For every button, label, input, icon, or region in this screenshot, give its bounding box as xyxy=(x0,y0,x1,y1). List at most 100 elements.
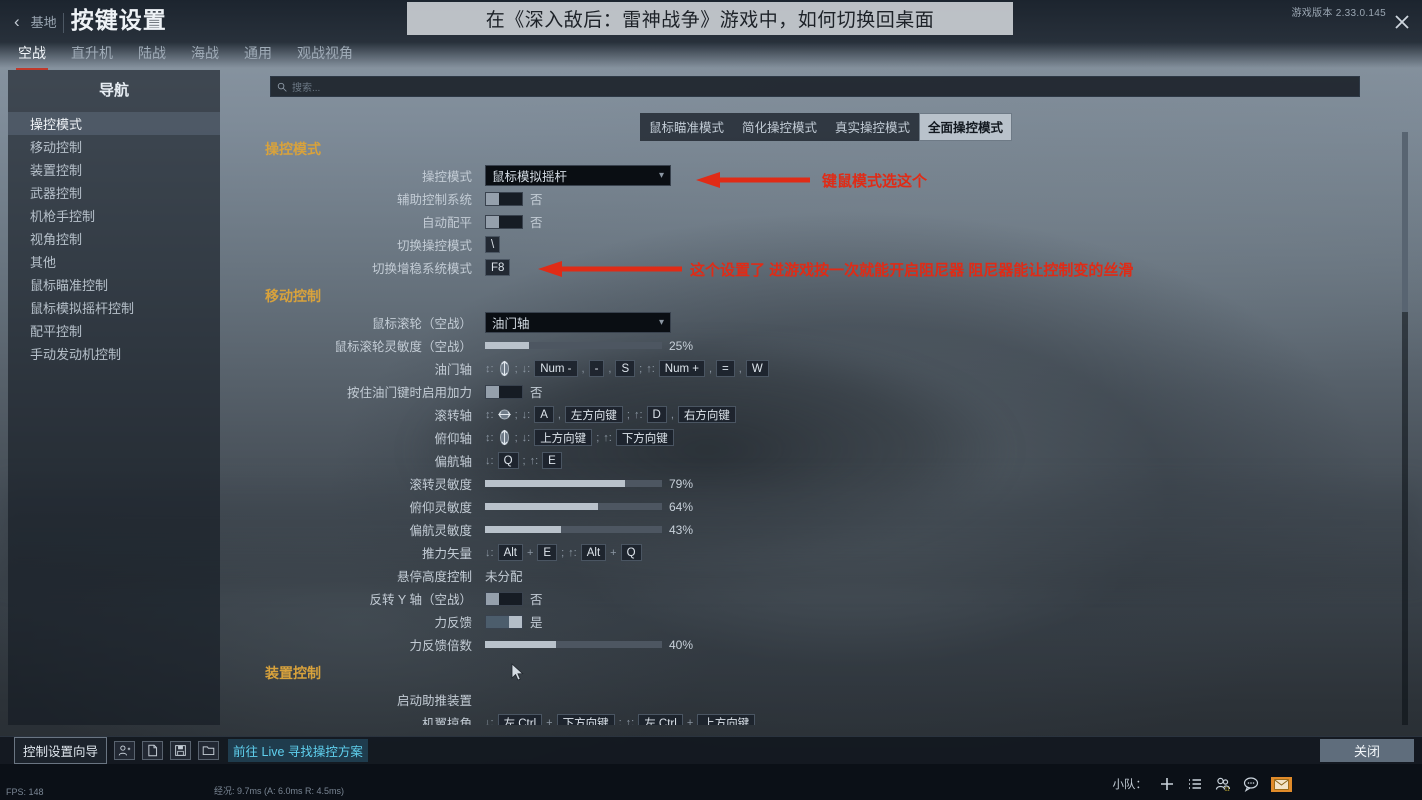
mouse-wheel-dropdown[interactable]: 油门轴 ▾ xyxy=(485,312,671,333)
mail-icon[interactable] xyxy=(1271,776,1292,792)
dropdown-value: 鼠标模拟摇杆 xyxy=(492,170,568,184)
keycap[interactable]: F8 xyxy=(485,259,511,276)
chevron-left-icon[interactable]: ‹ xyxy=(14,11,20,33)
keycap[interactable]: 上方向键 xyxy=(697,714,756,725)
pitch-sensitivity-slider[interactable] xyxy=(485,503,662,510)
tab-air[interactable]: 空战 xyxy=(16,41,48,70)
tab-common[interactable]: 通用 xyxy=(242,41,274,70)
sidebar-item-movement-control[interactable]: 移动控制 xyxy=(8,135,220,158)
separator: ; xyxy=(522,454,526,467)
axis-neg-label: ↓: xyxy=(521,408,531,421)
file-icon[interactable] xyxy=(142,741,164,760)
force-feedback-multiplier-slider[interactable] xyxy=(485,641,662,648)
top-tab-bar: 空战 直升机 陆战 海战 通用 观战视角 xyxy=(16,41,355,70)
keycap[interactable]: 左 Ctrl xyxy=(638,714,683,725)
unassigned-value[interactable]: 未分配 xyxy=(485,566,523,585)
mouse-wheel-sensitivity-slider[interactable] xyxy=(485,342,662,349)
tab-helicopter[interactable]: 直升机 xyxy=(69,41,115,70)
sidebar-item-weapon-control[interactable]: 武器控制 xyxy=(8,181,220,204)
keycap[interactable]: 左 Ctrl xyxy=(497,714,543,725)
axis-label: ↕: xyxy=(485,408,494,421)
slider-fill xyxy=(485,526,562,533)
assist-system-toggle[interactable] xyxy=(485,191,523,206)
keycap[interactable]: = xyxy=(716,360,735,377)
keycap[interactable]: 下方向键 xyxy=(556,714,615,725)
keycap[interactable]: Q xyxy=(497,452,519,469)
plus-icon[interactable] xyxy=(1159,776,1175,792)
keycap[interactable]: Q xyxy=(620,544,642,561)
section-title-movement-control: 移动控制 xyxy=(265,288,321,304)
annotation-text-2: 这个设置了 进游戏按一次就能开启阻尼器 阻尼器能让控制变的丝滑 xyxy=(690,262,1134,279)
row-label: 俯仰灵敏度 xyxy=(409,501,472,515)
keycap[interactable]: E xyxy=(537,544,558,561)
separator: ; xyxy=(514,362,518,375)
wep-on-throttle-toggle[interactable] xyxy=(485,384,523,399)
keycap[interactable]: Alt xyxy=(580,544,607,561)
tab-ground[interactable]: 陆战 xyxy=(136,41,168,70)
search-input[interactable]: 搜索... xyxy=(270,76,1360,97)
list-icon[interactable] xyxy=(1187,776,1203,792)
row-label: 操控模式 xyxy=(421,170,472,184)
close-button[interactable]: 关闭 xyxy=(1320,739,1414,762)
keycap[interactable]: \ xyxy=(485,236,501,253)
friends-icon[interactable]: 11 xyxy=(1215,776,1231,792)
keycap[interactable]: Alt xyxy=(497,544,523,561)
invert-y-toggle[interactable] xyxy=(485,591,523,606)
sidebar-item-gunner-control[interactable]: 机枪手控制 xyxy=(8,204,220,227)
keycap[interactable]: 下方向键 xyxy=(615,429,674,446)
close-icon[interactable] xyxy=(1390,10,1414,34)
control-mode-dropdown[interactable]: 鼠标模拟摇杆 ▾ xyxy=(485,165,671,186)
separator: , xyxy=(608,362,612,375)
profile-icon[interactable] xyxy=(114,741,136,760)
navigation-list: 操控模式 移动控制 装置控制 武器控制 机枪手控制 视角控制 其他 鼠标瞄准控制… xyxy=(8,112,220,365)
scrollbar-thumb[interactable] xyxy=(1402,132,1408,312)
sidebar-item-trim-control[interactable]: 配平控制 xyxy=(8,319,220,342)
keycap[interactable]: 左方向键 xyxy=(564,406,623,423)
keycap[interactable]: Num - xyxy=(534,360,578,377)
sidebar-item-manual-engine-control[interactable]: 手动发动机控制 xyxy=(8,342,220,365)
breadcrumb-base[interactable]: 基地 xyxy=(27,13,64,33)
axis-pos-label: ↑: xyxy=(625,716,635,726)
vertical-scrollbar[interactable] xyxy=(1402,132,1408,725)
keycap[interactable]: A xyxy=(534,406,554,423)
control-setup-wizard-button[interactable]: 控制设置向导 xyxy=(14,737,108,764)
keycap[interactable]: S xyxy=(615,360,636,377)
keycap[interactable]: W xyxy=(745,360,769,377)
slider-fill xyxy=(485,480,625,487)
sidebar-item-mouse-aim-control[interactable]: 鼠标瞄准控制 xyxy=(8,273,220,296)
live-market-link[interactable]: 前往 Live 寻找操控方案 xyxy=(228,739,368,762)
force-feedback-toggle[interactable] xyxy=(485,614,523,629)
keycap[interactable]: 上方向键 xyxy=(534,429,593,446)
setting-row-assist-system: 辅助控制系统 否 xyxy=(222,187,1408,210)
keycap[interactable]: Num + xyxy=(658,360,705,377)
chat-icon[interactable] xyxy=(1243,776,1259,792)
sidebar-item-view-control[interactable]: 视角控制 xyxy=(8,227,220,250)
separator: , xyxy=(708,362,713,375)
sidebar-item-other[interactable]: 其他 xyxy=(8,250,220,273)
tab-spectator[interactable]: 观战视角 xyxy=(295,41,355,70)
keycap[interactable]: D xyxy=(646,406,667,423)
separator: , xyxy=(557,408,561,421)
bottom-toolbar: 控制设置向导 前往 Live 寻找操控方案 关闭 xyxy=(0,736,1422,764)
setting-row-force-feedback: 力反馈 是 xyxy=(222,610,1408,633)
roll-sensitivity-slider[interactable] xyxy=(485,480,662,487)
sidebar-item-mouse-joystick-control[interactable]: 鼠标模拟摇杆控制 xyxy=(8,296,220,319)
sidebar-item-device-control[interactable]: 装置控制 xyxy=(8,158,220,181)
toggle-state-label: 否 xyxy=(530,193,543,207)
breadcrumb[interactable]: ‹ 基地 按键设置 xyxy=(14,8,167,33)
save-icon[interactable] xyxy=(170,741,192,760)
toggle-knob xyxy=(486,215,499,228)
auto-trim-toggle[interactable] xyxy=(485,214,523,229)
tab-naval[interactable]: 海战 xyxy=(189,41,221,70)
axis-down-label: ↕: xyxy=(485,362,494,375)
setting-row-throttle-axis: 油门轴 ↕: ; ↓: Num - , - , S ; ↑: Num + , = xyxy=(222,357,1408,380)
keycap[interactable]: 右方向键 xyxy=(677,406,736,423)
row-label: 按住油门键时启用加力 xyxy=(346,386,472,400)
yaw-sensitivity-slider[interactable] xyxy=(485,526,662,533)
sidebar-item-control-mode[interactable]: 操控模式 xyxy=(8,112,220,135)
mouse-cursor-icon xyxy=(511,663,524,686)
keycap[interactable]: E xyxy=(542,452,562,469)
keycap[interactable]: - xyxy=(588,360,605,377)
row-label: 切换增稳系统模式 xyxy=(371,262,472,276)
folder-icon[interactable] xyxy=(198,741,220,760)
